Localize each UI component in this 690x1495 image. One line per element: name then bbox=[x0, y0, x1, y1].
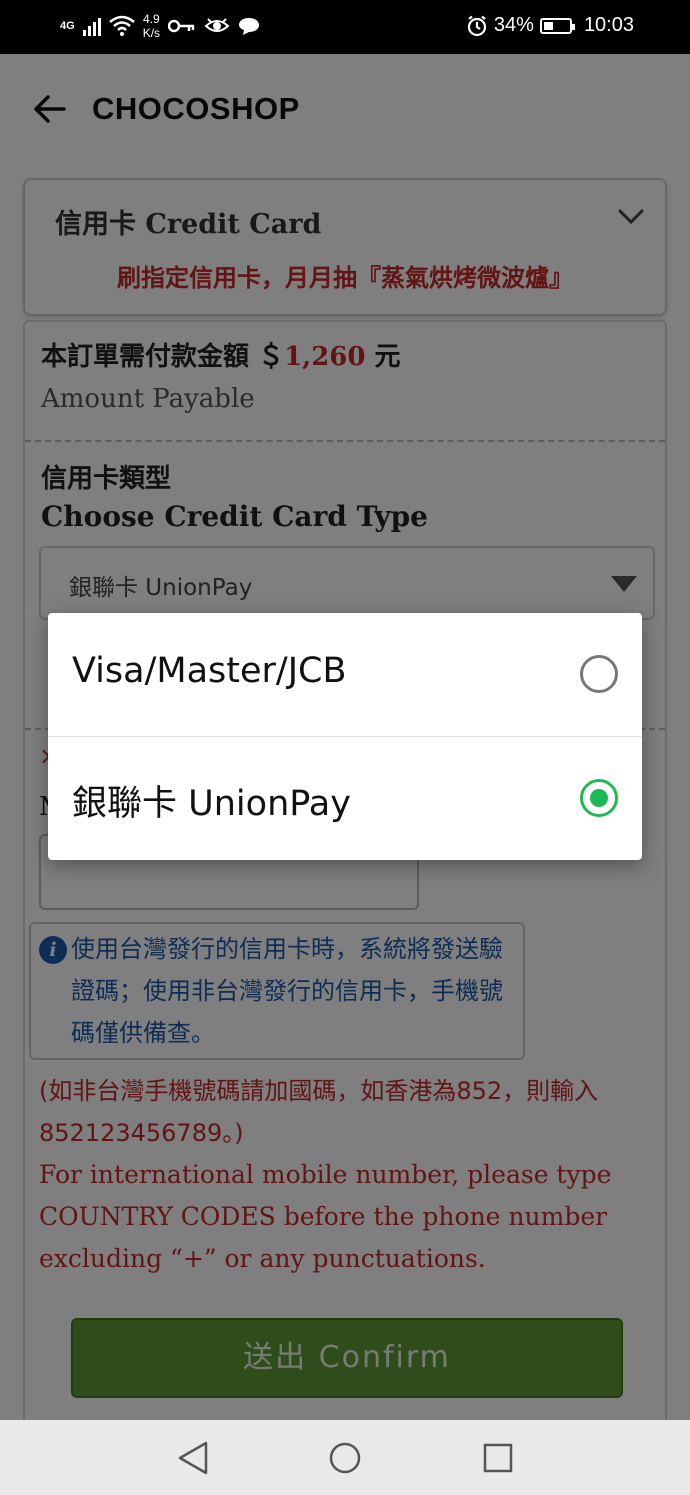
speed-unit: K/s bbox=[142, 26, 161, 40]
radio-selected[interactable] bbox=[580, 779, 618, 817]
network-speed: 4.9 K/s bbox=[143, 12, 160, 40]
status-left: 4G 4.9 K/s bbox=[60, 12, 260, 40]
battery-icon bbox=[539, 17, 575, 34]
card-type-dialog: Visa/Master/JCB 銀聯卡 UnionPay bbox=[48, 613, 642, 860]
battery-percent: 34% bbox=[493, 14, 534, 36]
wifi-icon bbox=[108, 15, 135, 36]
option-unionpay[interactable]: 銀聯卡 UnionPay bbox=[48, 737, 642, 860]
key-icon bbox=[168, 19, 195, 33]
nav-recents-icon[interactable] bbox=[482, 1440, 514, 1476]
nav-back-icon[interactable] bbox=[176, 1440, 210, 1476]
clock: 10:03 bbox=[583, 14, 634, 36]
eye-icon bbox=[204, 18, 230, 32]
alarm-icon bbox=[467, 15, 487, 36]
option-visa-master-jcb[interactable]: Visa/Master/JCB bbox=[48, 613, 642, 736]
radio-unselected[interactable] bbox=[580, 655, 618, 693]
speed-value: 4.9 bbox=[143, 12, 160, 26]
network-type: 4G bbox=[60, 20, 75, 32]
nav-home-icon[interactable] bbox=[328, 1440, 362, 1476]
status-right: 34% 10:03 bbox=[466, 14, 634, 37]
option-label: Visa/Master/JCB bbox=[72, 651, 347, 691]
option-label: 銀聯卡 UnionPay bbox=[72, 784, 351, 824]
chat-icon bbox=[239, 18, 260, 35]
status-bar: 4G 4.9 K/s 34% 10:03 bbox=[0, 0, 690, 54]
system-nav-bar bbox=[0, 1420, 690, 1495]
signal-icon bbox=[82, 16, 101, 36]
